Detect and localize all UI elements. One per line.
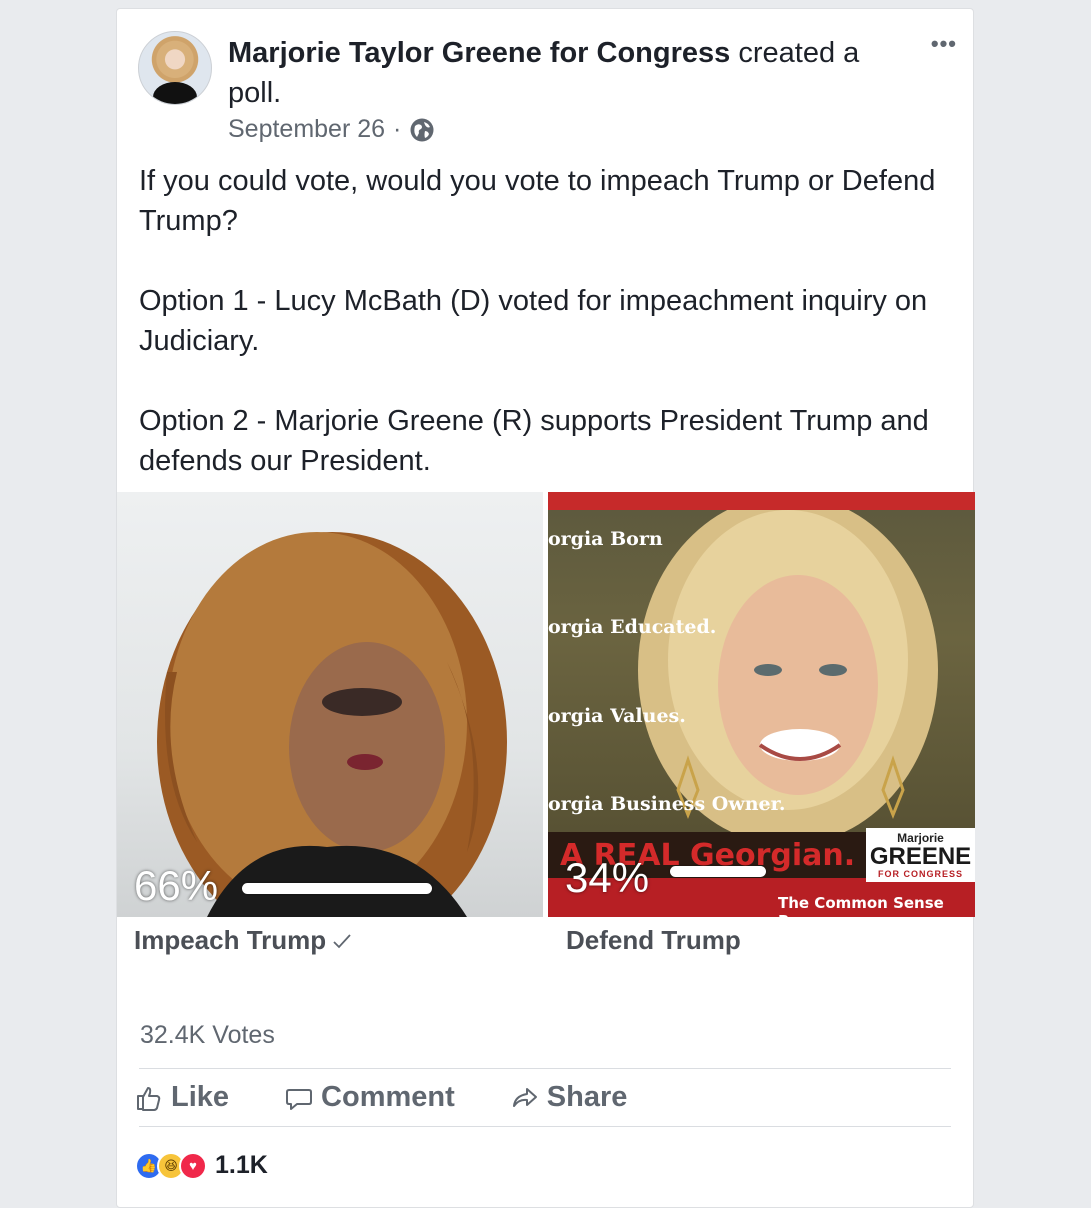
globe-icon[interactable]: [409, 117, 435, 143]
campaign-text-line-1: orgia Born: [548, 528, 663, 550]
vote-count[interactable]: 32.4K Votes: [140, 1021, 275, 1050]
poll-option-1[interactable]: Impeach Trump: [134, 925, 352, 956]
campaign-photo: orgia Born orgia Educated. orgia Values.…: [548, 495, 975, 845]
more-options-icon[interactable]: •••: [931, 31, 957, 57]
option-1-percent: 66%: [134, 862, 219, 909]
campaign-text-line-2: orgia Educated.: [548, 616, 717, 638]
share-label: Share: [546, 1081, 628, 1113]
check-icon: [333, 933, 351, 948]
action-bar: Like Comment Share: [135, 1081, 683, 1114]
divider: [139, 1068, 951, 1069]
campaign-logo: Marjorie GREENE FOR CONGRESS: [866, 828, 975, 882]
like-label: Like: [171, 1081, 230, 1113]
author-avatar[interactable]: [138, 31, 212, 105]
poll-option-2[interactable]: Defend Trump: [566, 925, 741, 956]
like-button[interactable]: Like: [135, 1081, 229, 1114]
divider: [139, 1126, 951, 1127]
post-header: Marjorie Taylor Greene for Congress crea…: [228, 33, 918, 113]
love-reaction-icon: ♥: [179, 1151, 207, 1180]
reactions-summary[interactable]: 👍 😆 ♥ 1.1K: [135, 1151, 268, 1180]
comment-icon: [286, 1088, 313, 1110]
thumbs-up-icon: [137, 1086, 161, 1111]
option-2-result-bar: [670, 866, 766, 877]
reaction-count: 1.1K: [215, 1151, 268, 1179]
option-1-result-bar: [242, 883, 432, 894]
poll-option-2-image[interactable]: orgia Born orgia Educated. orgia Values.…: [548, 492, 975, 917]
post-meta: September 26 ·: [228, 115, 435, 144]
comment-label: Comment: [321, 1081, 455, 1113]
campaign-text-line-4: orgia Business Owner.: [548, 793, 786, 815]
post-card: Marjorie Taylor Greene for Congress crea…: [116, 8, 975, 1208]
portrait-illustration: [157, 532, 507, 917]
comment-button[interactable]: Comment: [285, 1081, 455, 1114]
meta-separator: ·: [393, 115, 402, 143]
campaign-tagline: The Common Sense Revo: [778, 894, 944, 917]
option-1-label: Impeach Trump: [134, 925, 327, 955]
logo-main-text: GREENE: [869, 843, 972, 870]
poll-option-1-image[interactable]: 66%: [117, 492, 543, 917]
option-2-label: Defend Trump: [566, 925, 741, 955]
share-icon: [512, 1087, 537, 1107]
campaign-text-line-3: orgia Values.: [548, 705, 686, 727]
post-date[interactable]: September 26: [228, 115, 385, 144]
post-text: If you could vote, would you vote to imp…: [139, 165, 936, 477]
option-2-percent: 34%: [565, 854, 650, 901]
logo-sub-text: FOR CONGRESS: [877, 869, 963, 879]
share-button[interactable]: Share: [511, 1081, 628, 1114]
author-name[interactable]: Marjorie Taylor Greene for Congress: [228, 37, 730, 69]
